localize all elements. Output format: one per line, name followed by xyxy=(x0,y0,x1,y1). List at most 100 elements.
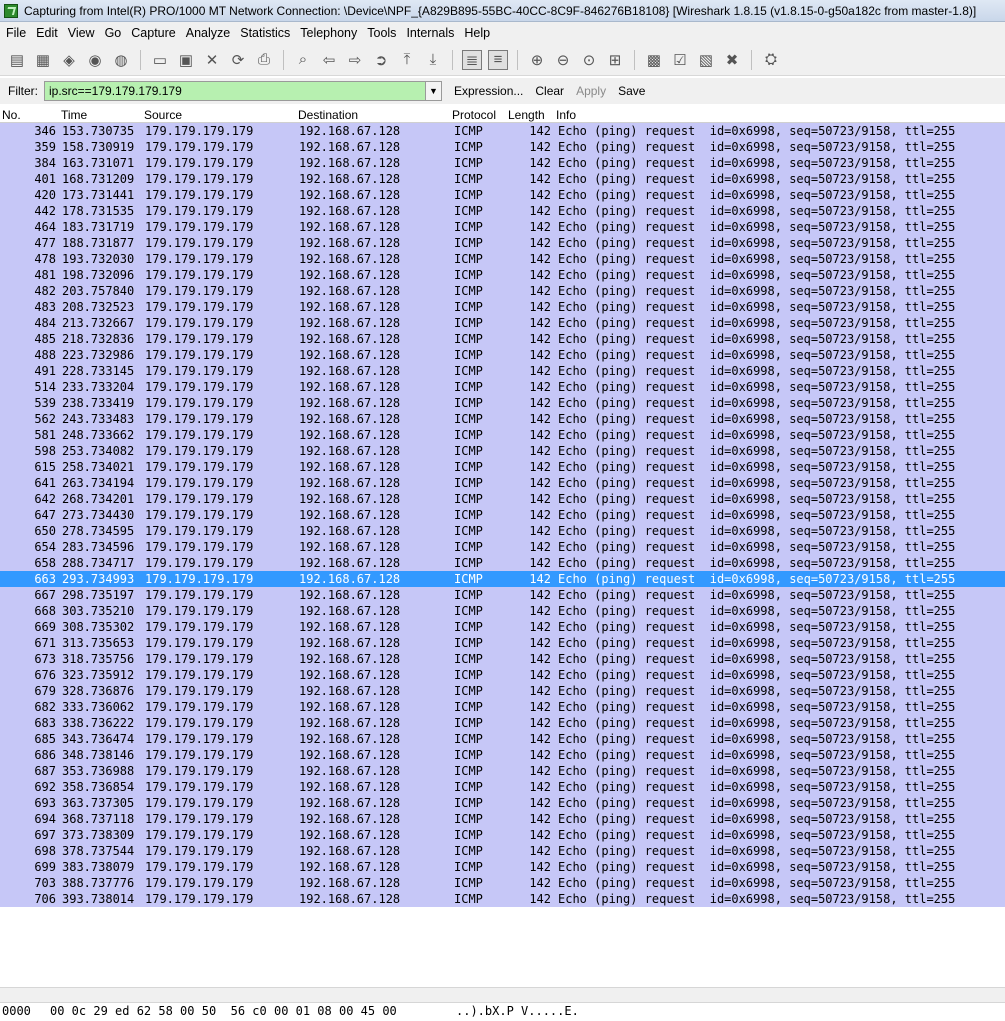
colorize-icon[interactable]: ≣ xyxy=(462,49,482,70)
table-row[interactable]: 488 223.732986 179.179.179.179 192.168.67.1… xyxy=(0,347,1005,363)
column-header-protocol[interactable]: Protocol xyxy=(452,108,496,122)
expression-button[interactable]: Expression... xyxy=(454,84,523,98)
table-row[interactable]: 477 188.731877 179.179.179.179 192.168.67.1… xyxy=(0,235,1005,251)
table-row[interactable]: 484 213.732667 179.179.179.179 192.168.67.1… xyxy=(0,315,1005,331)
menu-internals[interactable]: Internals xyxy=(400,26,458,40)
table-row[interactable]: 478 193.732030 179.179.179.179 192.168.67.1… xyxy=(0,251,1005,267)
column-header-time[interactable]: Time xyxy=(61,108,87,122)
menu-file[interactable]: File xyxy=(0,26,30,40)
start-capture-icon[interactable]: ◈ xyxy=(59,50,79,70)
table-row[interactable]: 686 348.738146 179.179.179.179 192.168.67.1… xyxy=(0,747,1005,763)
table-row[interactable]: 359 158.730919 179.179.179.179 192.168.67.1… xyxy=(0,139,1005,155)
table-row[interactable]: 401 168.731209 179.179.179.179 192.168.67.1… xyxy=(0,171,1005,187)
menu-capture[interactable]: Capture xyxy=(125,26,179,40)
table-row[interactable]: 668 303.735210 179.179.179.179 192.168.67.1… xyxy=(0,603,1005,619)
column-header-source[interactable]: Source xyxy=(144,108,182,122)
table-row[interactable]: 346 153.730735 179.179.179.179 192.168.67.1… xyxy=(0,123,1005,139)
coloring-rules-icon[interactable]: ▧ xyxy=(696,50,716,70)
table-row[interactable]: 539 238.733419 179.179.179.179 192.168.67.1… xyxy=(0,395,1005,411)
filter-input[interactable] xyxy=(44,81,426,101)
interfaces-icon[interactable]: ▤ xyxy=(7,50,27,70)
find-packet-icon[interactable]: ⌕ xyxy=(293,50,313,70)
table-row[interactable]: 706 393.738014 179.179.179.179 192.168.67.1… xyxy=(0,891,1005,907)
table-row[interactable]: 693 363.737305 179.179.179.179 192.168.67.1… xyxy=(0,795,1005,811)
table-row[interactable]: 671 313.735653 179.179.179.179 192.168.67.1… xyxy=(0,635,1005,651)
table-row[interactable]: 650 278.734595 179.179.179.179 192.168.67.1… xyxy=(0,523,1005,539)
table-row[interactable]: 485 218.732836 179.179.179.179 192.168.67.1… xyxy=(0,331,1005,347)
display-filters-icon[interactable]: ☑ xyxy=(670,50,690,70)
table-row[interactable]: 384 163.731071 179.179.179.179 192.168.67.1… xyxy=(0,155,1005,171)
table-row[interactable]: 420 173.731441 179.179.179.179 192.168.67.1… xyxy=(0,187,1005,203)
go-back-icon[interactable]: ⇦ xyxy=(319,50,339,70)
table-row[interactable]: 641 263.734194 179.179.179.179 192.168.67.1… xyxy=(0,475,1005,491)
table-row[interactable]: 694 368.737118 179.179.179.179 192.168.67.1… xyxy=(0,811,1005,827)
table-row[interactable]: 654 283.734596 179.179.179.179 192.168.67.1… xyxy=(0,539,1005,555)
table-row[interactable]: 699 383.738079 179.179.179.179 192.168.67.1… xyxy=(0,859,1005,875)
table-row[interactable]: 514 233.733204 179.179.179.179 192.168.67.1… xyxy=(0,379,1005,395)
pane-splitter[interactable] xyxy=(0,987,1005,1003)
save-filter-button[interactable]: Save xyxy=(618,84,645,98)
clear-button[interactable]: Clear xyxy=(535,84,564,98)
auto-scroll-icon[interactable]: ≡ xyxy=(488,49,508,70)
menu-statistics[interactable]: Statistics xyxy=(234,26,294,40)
table-row[interactable]: 703 388.737776 179.179.179.179 192.168.67.1… xyxy=(0,875,1005,891)
table-row[interactable]: 682 333.736062 179.179.179.179 192.168.67.1… xyxy=(0,699,1005,715)
apply-button[interactable]: Apply xyxy=(576,84,606,98)
print-icon[interactable]: ⎙ xyxy=(254,50,274,70)
table-row[interactable]: 685 343.736474 179.179.179.179 192.168.67.1… xyxy=(0,731,1005,747)
table-row[interactable]: 673 318.735756 179.179.179.179 192.168.67.1… xyxy=(0,651,1005,667)
restart-capture-icon[interactable]: ◍ xyxy=(111,50,131,70)
table-row[interactable]: 642 268.734201 179.179.179.179 192.168.67.1… xyxy=(0,491,1005,507)
column-header-length[interactable]: Length xyxy=(508,108,545,122)
table-row[interactable]: 698 378.737544 179.179.179.179 192.168.67.1… xyxy=(0,843,1005,859)
table-row[interactable]: 481 198.732096 179.179.179.179 192.168.67.1… xyxy=(0,267,1005,283)
table-row[interactable]: 697 373.738309 179.179.179.179 192.168.67.1… xyxy=(0,827,1005,843)
menu-view[interactable]: View xyxy=(62,26,99,40)
menu-tools[interactable]: Tools xyxy=(361,26,400,40)
reload-icon[interactable]: ⟳ xyxy=(228,50,248,70)
zoom-in-icon[interactable]: ⊕ xyxy=(527,50,547,70)
table-row[interactable]: 562 243.733483 179.179.179.179 192.168.67.1… xyxy=(0,411,1005,427)
normal-size-icon[interactable]: ⊙ xyxy=(579,50,599,70)
close-file-icon[interactable]: ✕ xyxy=(202,50,222,70)
capture-options-icon[interactable]: ▦ xyxy=(33,50,53,70)
last-packet-icon[interactable]: ⤓ xyxy=(423,50,443,70)
save-file-icon[interactable]: ▣ xyxy=(176,50,196,70)
hex-dump-pane[interactable]: 0000 00 0c 29 ed 62 58 00 50 56 c0 00 01… xyxy=(0,1003,1005,1021)
table-row-selected[interactable]: 663 293.734993 179.179.179.179 192.168.67.1… xyxy=(0,571,1005,587)
table-row[interactable]: 667 298.735197 179.179.179.179 192.168.67.1… xyxy=(0,587,1005,603)
menu-edit[interactable]: Edit xyxy=(30,26,62,40)
table-row[interactable]: 658 288.734717 179.179.179.179 192.168.67.1… xyxy=(0,555,1005,571)
go-to-packet-icon[interactable]: ➲ xyxy=(371,50,391,70)
menu-telephony[interactable]: Telephony xyxy=(294,26,361,40)
open-file-icon[interactable]: ▭ xyxy=(150,50,170,70)
menu-go[interactable]: Go xyxy=(99,26,126,40)
menu-analyze[interactable]: Analyze xyxy=(180,26,234,40)
table-row[interactable]: 669 308.735302 179.179.179.179 192.168.67.1… xyxy=(0,619,1005,635)
table-row[interactable]: 687 353.736988 179.179.179.179 192.168.67.1… xyxy=(0,763,1005,779)
first-packet-icon[interactable]: ⤒ xyxy=(397,50,417,70)
table-row[interactable]: 482 203.757840 179.179.179.179 192.168.67.1… xyxy=(0,283,1005,299)
table-row[interactable]: 683 338.736222 179.179.179.179 192.168.67.1… xyxy=(0,715,1005,731)
table-row[interactable]: 442 178.731535 179.179.179.179 192.168.67.1… xyxy=(0,203,1005,219)
table-row[interactable]: 647 273.734430 179.179.179.179 192.168.67.1… xyxy=(0,507,1005,523)
table-row[interactable]: 491 228.733145 179.179.179.179 192.168.67.1… xyxy=(0,363,1005,379)
zoom-out-icon[interactable]: ⊖ xyxy=(553,50,573,70)
column-header-no[interactable]: No. xyxy=(2,108,21,122)
table-row[interactable]: 676 323.735912 179.179.179.179 192.168.67.1… xyxy=(0,667,1005,683)
table-row[interactable]: 483 208.732523 179.179.179.179 192.168.67.1… xyxy=(0,299,1005,315)
table-row[interactable]: 581 248.733662 179.179.179.179 192.168.67.1… xyxy=(0,427,1005,443)
preferences-icon[interactable]: ✖ xyxy=(722,50,742,70)
menu-help[interactable]: Help xyxy=(458,26,494,40)
packet-list[interactable]: 346 153.730735 179.179.179.179 192.168.67.1… xyxy=(0,123,1005,987)
table-row[interactable]: 598 253.734082 179.179.179.179 192.168.67.1… xyxy=(0,443,1005,459)
table-row[interactable]: 464 183.731719 179.179.179.179 192.168.67.1… xyxy=(0,219,1005,235)
capture-filters-icon[interactable]: ▩ xyxy=(644,50,664,70)
column-header-destination[interactable]: Destination xyxy=(298,108,358,122)
go-forward-icon[interactable]: ⇨ xyxy=(345,50,365,70)
help-icon[interactable]: ⛭ xyxy=(761,50,781,70)
table-row[interactable]: 679 328.736876 179.179.179.179 192.168.67.1… xyxy=(0,683,1005,699)
table-row[interactable]: 615 258.734021 179.179.179.179 192.168.67.1… xyxy=(0,459,1005,475)
table-row[interactable]: 692 358.736854 179.179.179.179 192.168.67.1… xyxy=(0,779,1005,795)
column-header-info[interactable]: Info xyxy=(556,108,576,122)
